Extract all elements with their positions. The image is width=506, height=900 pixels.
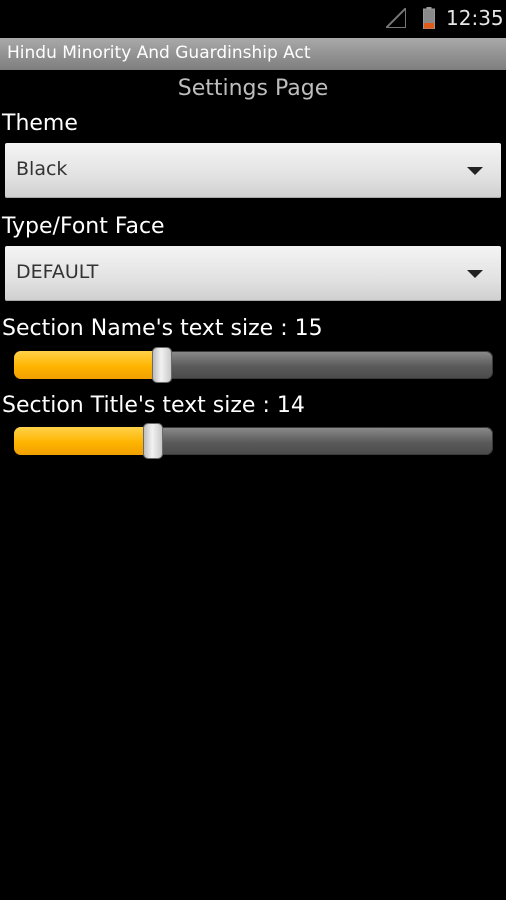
slider-thumb[interactable] (153, 348, 172, 382)
status-bar: 12:35 (0, 0, 506, 36)
page-title: Settings Page (177, 76, 329, 101)
font-face-selected-value: DEFAULT (16, 261, 99, 283)
theme-dropdown[interactable]: Black (5, 143, 501, 198)
dropdown-arrow-icon (467, 167, 483, 175)
slider-fill (14, 351, 163, 379)
slider-fill (14, 427, 153, 455)
slider-track (14, 427, 493, 455)
font-face-label: Type/Font Face (2, 214, 165, 239)
status-clock: 12:35 (446, 6, 504, 30)
section-title-size-slider[interactable] (14, 424, 493, 458)
app-title-bar: Hindu Minority And Guardinship Act (0, 38, 506, 70)
font-face-dropdown[interactable]: DEFAULT (5, 246, 501, 301)
signal-icon (386, 8, 406, 28)
battery-icon (423, 7, 435, 29)
theme-label: Theme (2, 111, 78, 136)
section-name-size-label: Section Name's text size : 15 (2, 316, 323, 341)
slider-track (14, 351, 493, 379)
section-name-size-slider[interactable] (14, 348, 493, 382)
app-title: Hindu Minority And Guardinship Act (7, 43, 311, 63)
dropdown-arrow-icon (467, 270, 483, 278)
section-title-size-label: Section Title's text size : 14 (2, 393, 305, 418)
theme-selected-value: Black (16, 158, 68, 180)
slider-thumb[interactable] (143, 424, 162, 458)
